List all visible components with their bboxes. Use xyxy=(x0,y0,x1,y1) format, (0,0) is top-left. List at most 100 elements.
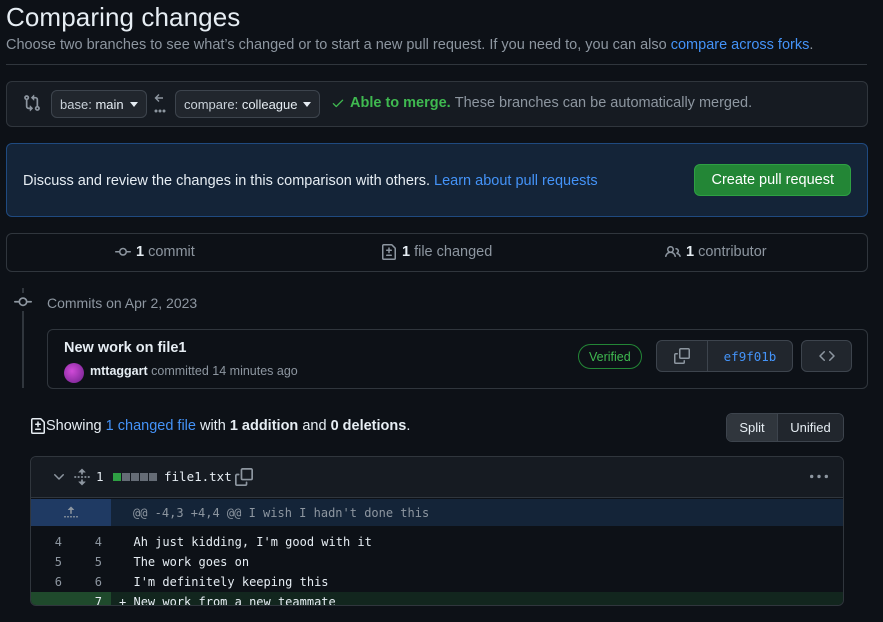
unfold-icon[interactable] xyxy=(73,468,91,486)
diff-marker: + xyxy=(119,595,127,606)
with-label: with xyxy=(199,418,226,434)
caret-down-icon xyxy=(303,101,312,107)
base-label: base: xyxy=(60,96,92,112)
banner-text: Discuss and review the changes in this c… xyxy=(23,173,598,189)
commit-action: committed xyxy=(151,364,209,378)
line-content: I'm definitely keeping this xyxy=(111,572,843,592)
old-line-number[interactable]: 4 xyxy=(31,532,71,552)
new-line-number[interactable]: 5 xyxy=(71,552,111,572)
additions-count: 1 addition xyxy=(229,418,299,434)
learn-pull-requests-link[interactable]: Learn about pull requests xyxy=(434,173,598,189)
page-subtitle: Choose two branches to see what’s change… xyxy=(6,37,813,53)
commits-label: commit xyxy=(148,244,195,260)
commits-count: 1 xyxy=(136,244,145,260)
line-text: New work from a new teammate xyxy=(133,595,336,606)
kebab-horizontal-icon[interactable] xyxy=(809,468,829,486)
old-line-number[interactable] xyxy=(31,592,71,605)
base-value: main xyxy=(95,96,124,112)
diff-marker xyxy=(119,575,126,589)
line-content: + New work from a new teammate xyxy=(111,592,843,606)
diff-line-context: 44 Ah just kidding, I'm good with it xyxy=(31,532,843,552)
commits-tab[interactable]: 1 commit xyxy=(115,244,195,260)
chevron-down-icon[interactable] xyxy=(51,469,67,485)
commit-sha-link[interactable]: ef9f01b xyxy=(708,341,792,371)
diffstat-block xyxy=(122,473,130,481)
line-content: Ah just kidding, I'm good with it xyxy=(111,532,843,552)
unified-view-button[interactable]: Unified xyxy=(778,414,843,441)
create-pull-request-button[interactable]: Create pull request xyxy=(694,164,851,196)
contributors-tab[interactable]: 1 contributor xyxy=(665,244,767,260)
hunk-header-text: @@ -4,3 +4,4 @@ I wish I hadn't done thi… xyxy=(133,506,430,520)
base-branch-select[interactable]: base: main xyxy=(51,90,147,118)
file-diff: 1 file1.txt @@ -4,3 +4,4 @@ I wish I had… xyxy=(30,456,844,606)
compare-value: colleague xyxy=(241,96,298,112)
check-icon xyxy=(332,99,344,108)
copy-icon[interactable] xyxy=(235,468,253,486)
merge-status-label: Able to merge. xyxy=(350,95,451,111)
file-name-link[interactable]: file1.txt xyxy=(164,469,232,484)
copy-icon xyxy=(674,348,690,364)
fold-up-icon xyxy=(64,506,78,517)
browse-repo-button[interactable] xyxy=(801,340,852,372)
compare-across-forks-link[interactable]: compare across forks xyxy=(671,37,810,53)
diff-line-context: 66 I'm definitely keeping this xyxy=(31,572,843,592)
line-text: I'm definitely keeping this xyxy=(133,575,329,589)
diffstat-block xyxy=(140,473,148,481)
subtitle-suffix: . xyxy=(809,37,814,53)
merge-status-detail: These branches can be automatically merg… xyxy=(454,95,753,111)
copy-sha-button[interactable] xyxy=(657,341,708,371)
verified-badge[interactable]: Verified xyxy=(578,344,642,369)
diffstat-block xyxy=(113,473,121,481)
comparison-summary: 1 commit 1 file changed 1 contributor xyxy=(6,233,868,272)
contributors-label: contributor xyxy=(698,244,767,260)
caret-down-icon xyxy=(129,101,138,107)
summary-suffix: . xyxy=(406,418,411,434)
diffstat-block xyxy=(131,473,139,481)
diff-view-toggle: Split Unified xyxy=(726,413,844,442)
divider xyxy=(6,64,867,65)
commit-time: 14 minutes ago xyxy=(212,364,298,378)
diff-line-context: 55 The work goes on xyxy=(31,552,843,572)
file-diff-icon xyxy=(31,418,45,434)
new-line-number[interactable]: 4 xyxy=(71,532,111,552)
old-line-number[interactable]: 5 xyxy=(31,552,71,572)
new-line-number[interactable]: 6 xyxy=(71,572,111,592)
files-changed-tab[interactable]: 1 file changed xyxy=(381,244,492,260)
file-change-count: 1 xyxy=(96,469,104,484)
page-title: Comparing changes xyxy=(6,2,241,32)
commit-author-link[interactable]: mttaggart xyxy=(90,364,148,378)
compare-branch-select[interactable]: compare: colleague xyxy=(175,90,321,118)
changed-files-link[interactable]: 1 changed file xyxy=(106,418,196,434)
arrow-left-icon xyxy=(154,94,166,113)
diffstat-bar xyxy=(113,473,157,481)
commits-group-heading: Commits on Apr 2, 2023 xyxy=(47,295,198,311)
code-icon xyxy=(818,350,835,362)
showing-label: Showing xyxy=(46,418,102,434)
file-diff-icon xyxy=(382,244,396,260)
contributors-count: 1 xyxy=(686,244,695,260)
range-editor: base: main compare: colleague Able to me… xyxy=(6,81,868,127)
banner-message: Discuss and review the changes in this c… xyxy=(23,173,430,189)
git-commit-icon xyxy=(115,247,131,256)
line-content: The work goes on xyxy=(111,552,843,572)
old-line-number[interactable]: 6 xyxy=(31,572,71,592)
diff-line-addition: 7 + New work from a new teammate xyxy=(31,592,843,606)
expand-up-button[interactable] xyxy=(31,499,111,526)
and-label: and xyxy=(302,418,327,434)
avatar[interactable] xyxy=(64,363,84,383)
git-commit-icon xyxy=(14,293,32,311)
compare-label: compare: xyxy=(184,96,239,112)
commit-title-link[interactable]: New work on file1 xyxy=(64,340,186,356)
merge-status: Able to merge. These branches can be aut… xyxy=(331,95,752,111)
diffstat-block xyxy=(149,473,157,481)
split-view-button[interactable]: Split xyxy=(727,414,778,441)
new-line-number[interactable]: 7 xyxy=(71,592,111,605)
git-compare-icon xyxy=(24,94,40,112)
diff-marker xyxy=(119,555,126,569)
create-pr-banner: Discuss and review the changes in this c… xyxy=(6,143,868,217)
commit-item: New work on file1 mttaggart committed 14… xyxy=(47,329,868,389)
diff-marker xyxy=(119,535,126,549)
line-text: Ah just kidding, I'm good with it xyxy=(133,535,372,549)
files-count: 1 xyxy=(402,244,411,260)
hunk-header-row: @@ -4,3 +4,4 @@ I wish I hadn't done thi… xyxy=(31,499,843,526)
